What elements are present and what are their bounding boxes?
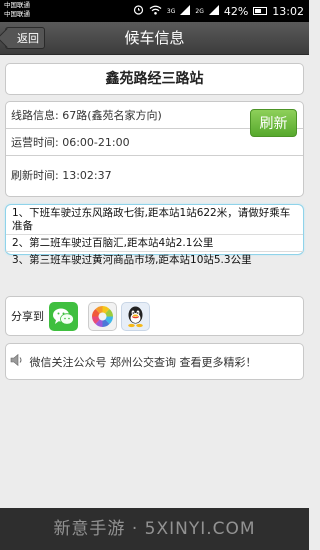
refresh-time: 刷新时间: 13:02:37	[11, 169, 112, 182]
list-item: 2、第二班车驶过百脑汇,距本站4站2.1公里	[6, 235, 303, 252]
bus-arrival-list: 1、下班车驶过东风路政七街,距本站1站622米，请做好乘车准备 2、第二班车驶过…	[5, 204, 304, 266]
signal-icon-1	[180, 4, 191, 18]
carrier-1: 中国联通	[4, 1, 30, 9]
carrier-2: 中国联通	[4, 10, 30, 18]
station-card: 鑫苑路经三路站	[5, 63, 304, 95]
page-title: 候车信息	[124, 29, 185, 47]
list-item: 1、下班车驶过东风路政七街,距本站1站622米，请做好乘车准备	[6, 205, 303, 235]
alarm-icon	[133, 4, 144, 18]
speaker-icon	[10, 345, 24, 382]
qq-share-icon[interactable]	[121, 302, 150, 331]
wechat-share-icon[interactable]	[49, 302, 78, 331]
battery-icon	[253, 7, 268, 15]
refresh-time-row: 刷新时间: 13:02:37	[6, 156, 303, 196]
wechat-notice-card[interactable]: 微信关注公众号 郑州公交查询 查看更多精彩！	[5, 343, 304, 380]
bottom-bar: 新意手游 · 5XINYI.COM	[0, 508, 309, 550]
wifi-icon	[149, 5, 162, 18]
battery-percent: 42%	[223, 4, 249, 18]
route-info-card: 线路信息: 67路(鑫苑名家方向) 运营时间: 06:00-21:00 刷新时间…	[5, 101, 304, 197]
watermark: 新意手游 · 5XINYI.COM	[53, 519, 256, 539]
clock: 13:02	[272, 4, 304, 18]
title-bar: 候车信息 返回	[0, 22, 309, 55]
status-bar: 中国联通 中国联通 3G 2G 42% 13:02	[0, 0, 309, 22]
notice-text: 微信关注公众号 郑州公交查询 查看更多精彩！	[29, 356, 257, 369]
share-card: 分享到	[5, 296, 304, 336]
carrier-info: 中国联通 中国联通	[4, 1, 30, 19]
status-icons: 3G 2G 42% 13:02	[133, 3, 304, 19]
moments-share-icon[interactable]	[88, 302, 117, 331]
station-name: 鑫苑路经三路站	[105, 71, 204, 87]
network-type-1: 3G	[166, 7, 176, 15]
signal-icon-2	[208, 4, 219, 18]
network-type-2: 2G	[195, 7, 204, 15]
share-label: 分享到	[11, 310, 44, 323]
back-button-label: 返回	[17, 32, 39, 45]
notice-row: 微信关注公众号 郑州公交查询 查看更多精彩！	[10, 344, 257, 382]
list-item: 3、第三班车驶过黄河商品市场,距本站10站5.3公里	[12, 254, 252, 266]
back-button[interactable]: 返回	[0, 27, 45, 49]
refresh-button[interactable]: 刷新	[250, 109, 297, 137]
